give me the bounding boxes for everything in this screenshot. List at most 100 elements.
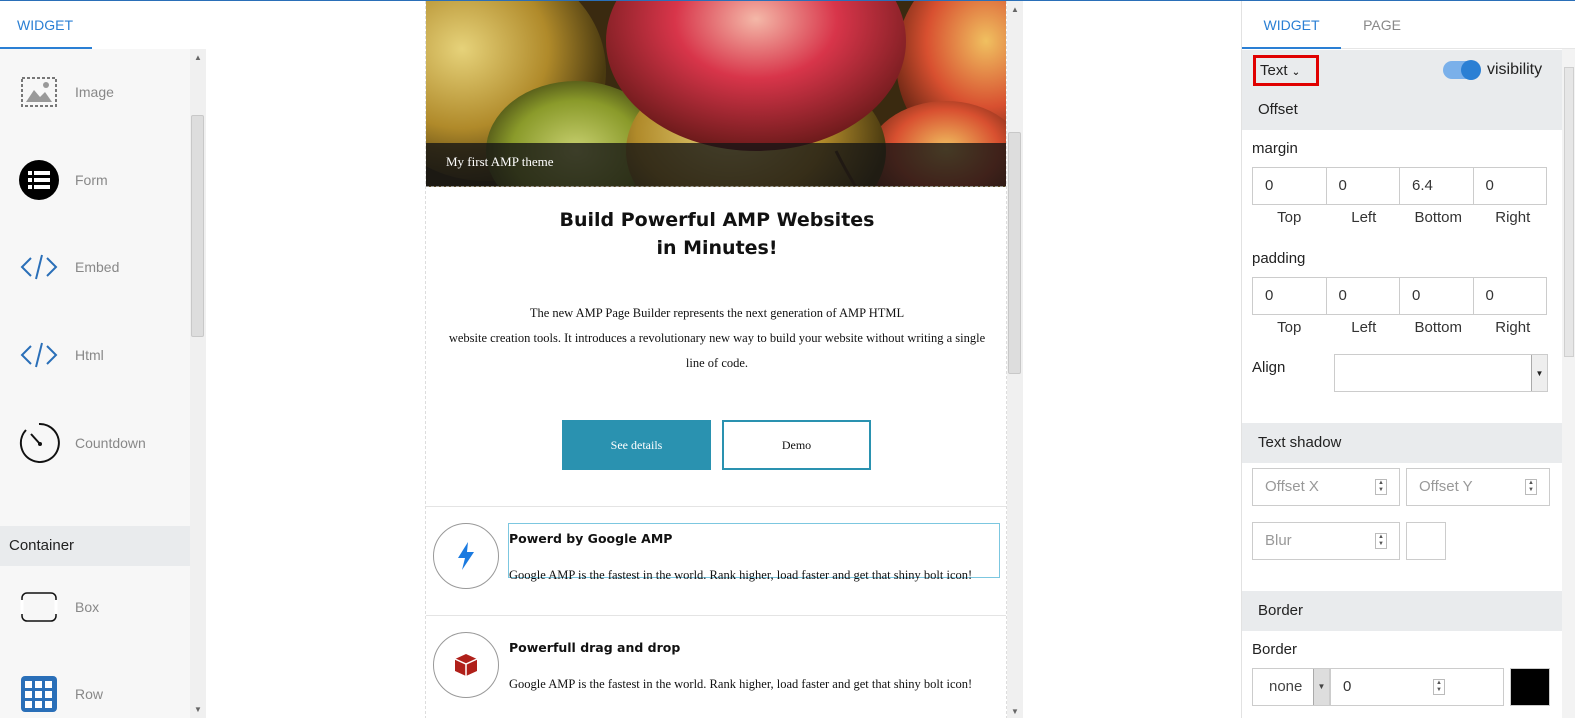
feature-title: Powerd by Google AMP [509,531,673,546]
padding-side-labels: Top Left Bottom Right [1252,319,1550,336]
blur-input[interactable]: Blur ▲ ▼ [1252,522,1400,560]
widget-item-form[interactable]: Form [0,159,190,219]
app-root: WIDGET Image Form Embed Html Countdown C… [0,0,1575,718]
canvas-scrollbar[interactable]: ▲ ▼ [1007,1,1023,718]
widget-tabbar: WIDGET [0,1,206,49]
scroll-down-icon[interactable]: ▼ [194,705,202,714]
offset-y-input[interactable]: Offset Y ▲ ▼ [1406,468,1550,506]
scroll-up-icon[interactable]: ▲ [1011,5,1019,14]
widget-item-row[interactable]: Row [0,673,190,718]
border-color-swatch[interactable] [1510,668,1550,706]
page-canvas: My first AMP theme Build Powerful AMP We… [425,1,1007,718]
hero-caption: My first AMP theme [426,143,1006,186]
side-label-left: Left [1351,209,1377,226]
feature-item[interactable]: Powerd by Google AMP Google AMP is the f… [426,515,1006,605]
form-list-icon [18,159,60,201]
divider [426,506,1006,507]
padding-left-input[interactable]: 0 [1325,277,1400,315]
image-icon [18,71,60,113]
tab-page[interactable]: PAGE [1341,1,1423,49]
side-label-top: Top [1277,319,1302,336]
spinner-icon[interactable]: ▲ ▼ [1433,679,1445,695]
side-label-top: Top [1277,209,1302,226]
widget-item-embed[interactable]: Embed [0,246,190,306]
scroll-thumb[interactable] [1564,67,1574,357]
see-details-button[interactable]: See details [562,420,711,470]
page-headline[interactable]: Build Powerful AMP Websites in Minutes! [426,206,1006,262]
margin-top-input[interactable]: 0 [1252,167,1327,205]
spinner-icon[interactable]: ▲ ▼ [1375,533,1387,549]
widget-item-box[interactable]: Box [0,586,190,646]
feature-title: Powerfull drag and drop [509,640,681,655]
margin-inputs: 0 0 6.4 0 [1252,167,1550,205]
properties-tabbar: WIDGET PAGE [1242,1,1575,49]
margin-label: margin [1252,140,1298,157]
feature-text: Google AMP is the fastest in the world. … [509,677,973,691]
spinner-icon[interactable]: ▲ ▼ [1525,479,1537,495]
padding-right-input[interactable]: 0 [1472,277,1547,315]
scroll-down-icon[interactable]: ▼ [1011,707,1019,716]
divider [426,615,1006,616]
align-select[interactable]: ▼ [1334,354,1548,392]
widget-item-html[interactable]: Html [0,334,190,394]
border-header: Border [1242,591,1562,631]
side-label-right: Right [1495,209,1531,226]
padding-bottom-input[interactable]: 0 [1399,277,1474,315]
properties-scrollbar[interactable] [1562,49,1575,718]
shadow-color-swatch[interactable] [1406,522,1446,560]
widget-panel-scrollbar[interactable]: ▲ ▼ [190,49,206,718]
widget-item-countdown[interactable]: Countdown [0,422,190,482]
scroll-thumb[interactable] [1008,132,1021,374]
visibility-label: visibility [1487,61,1543,78]
chevron-down-icon[interactable]: ▼ [1313,669,1329,705]
chevron-down-icon[interactable]: ▼ [1531,355,1547,391]
offset-y-placeholder: Offset Y [1419,478,1473,495]
padding-top-input[interactable]: 0 [1252,277,1327,315]
widget-panel: WIDGET Image Form Embed Html Countdown C… [0,1,206,718]
border-style-select[interactable]: none ▼ [1252,668,1330,706]
margin-left-input[interactable]: 0 [1325,167,1400,205]
widget-label: Image [75,84,114,100]
border-width-input[interactable]: 0 ▲ ▼ [1330,668,1504,706]
spinner-icon[interactable]: ▲ ▼ [1375,479,1387,495]
bolt-icon [458,542,474,570]
cube-icon [454,654,478,676]
widget-item-image[interactable]: Image [0,71,190,131]
headline-line: Build Powerful AMP Websites [559,209,875,231]
padding-inputs: 0 0 0 0 [1252,277,1550,315]
feature-icon-circle [433,523,499,589]
margin-bottom-input[interactable]: 6.4 [1399,167,1474,205]
grid-icon [18,673,60,715]
visibility-toggle[interactable] [1443,60,1481,80]
margin-right-input[interactable]: 0 [1472,167,1547,205]
feature-item[interactable]: Powerfull drag and drop Google AMP is th… [426,624,1006,714]
border-width-value: 0 [1343,678,1352,695]
feature-icon-circle [433,632,499,698]
headline-line: in Minutes! [656,237,778,259]
hero-image[interactable]: My first AMP theme [426,1,1006,187]
align-label: Align [1252,359,1286,376]
widget-label: Form [75,172,108,188]
offset-header: Offset [1242,90,1562,130]
border-label: Border [1252,641,1298,658]
description-text[interactable]: The new AMP Page Builder represents the … [434,301,1000,376]
timer-icon [18,422,60,464]
offset-x-input[interactable]: Offset X ▲ ▼ [1252,468,1400,506]
side-label-bottom: Bottom [1414,319,1463,336]
widget-label: Embed [75,259,120,275]
demo-button[interactable]: Demo [722,420,871,470]
element-type-select[interactable]: Text ⌄ [1253,55,1319,86]
tab-widget[interactable]: WIDGET [0,1,92,49]
code-icon [18,334,60,376]
widget-label: Row [75,686,104,702]
blur-placeholder: Blur [1265,532,1292,549]
widget-label: Html [75,347,104,363]
text-shadow-header: Text shadow [1242,423,1562,463]
description-line: website creation tools. It introduces a … [448,331,986,345]
code-icon [18,246,60,288]
tab-widget[interactable]: WIDGET [1242,1,1341,49]
scroll-up-icon[interactable]: ▲ [194,53,202,62]
properties-panel: WIDGET PAGE Text ⌄ visibility Offset mar… [1241,1,1575,718]
side-label-bottom: Bottom [1414,209,1463,226]
scroll-thumb[interactable] [191,115,204,337]
